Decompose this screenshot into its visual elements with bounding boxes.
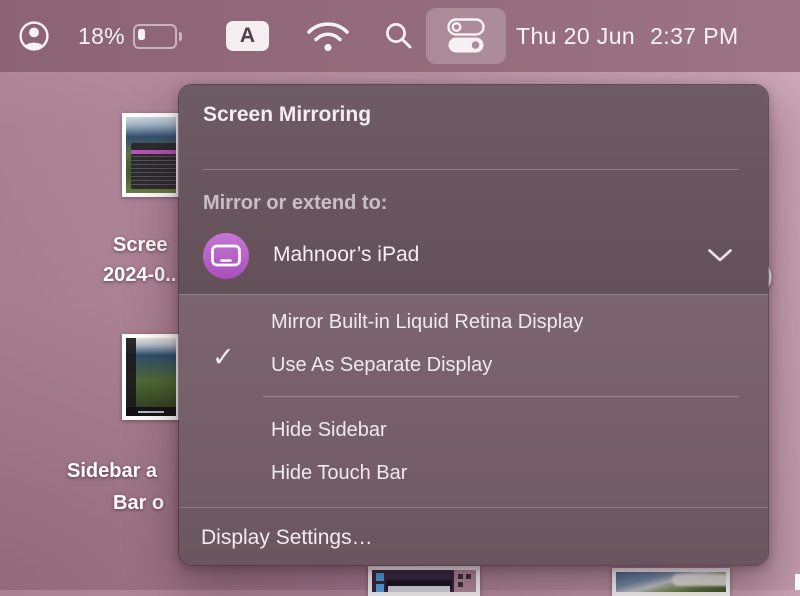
date-label: Thu 20 Jun [516,23,635,50]
desktop-file-thumbnail-screenshot[interactable] [122,113,180,197]
desktop-file-thumbnail-bottom-right[interactable] [612,568,730,596]
wifi-icon [305,18,351,54]
desktop-file-thumbnail-edge [795,574,800,590]
file-label[interactable]: Bar o [113,492,164,515]
menu-item-hide-touch-bar[interactable]: Hide Touch Bar [271,462,407,485]
file-label[interactable]: Scree [113,234,168,257]
time-label: 2:37 PM [650,23,738,50]
device-row-mahnoors-ipad[interactable]: Mahnoor’s iPad [179,229,768,283]
display-settings-label: Display Settings… [201,526,373,550]
user-account-menu-item[interactable] [18,0,50,72]
control-center-menu-item[interactable] [426,8,506,64]
menu-item-hide-sidebar[interactable]: Hide Sidebar [271,419,387,442]
thumbnail-image [616,572,726,592]
divider [203,169,739,170]
panel-title: Screen Mirroring [203,103,371,127]
chevron-down-icon[interactable] [707,248,733,268]
input-source-icon: A [226,21,269,51]
clock-menu-item[interactable]: Thu 20 Jun 2:37 PM [516,0,739,72]
battery-menu-item[interactable]: 18% [78,0,125,72]
desktop-file-thumbnail-bottom-left[interactable] [368,566,480,596]
user-account-icon [18,20,50,52]
thumbnail-image [372,570,476,592]
battery-percent: 18% [78,23,125,50]
thumbnail-image [126,338,176,416]
spotlight-menu-item[interactable] [383,0,415,72]
mirror-or-extend-label: Mirror or extend to: [203,192,387,215]
search-icon [383,20,415,52]
desktop-file-thumbnail-sidebar[interactable] [122,334,180,420]
screen-mirroring-panel: Screen Mirroring Mirror or extend to: Ma… [178,84,769,566]
wifi-menu-item[interactable] [305,0,351,72]
menu-bar: 18% A Thu 20 Jun 2:37 PM [0,0,800,72]
device-name: Mahnoor’s iPad [273,243,419,267]
menu-item-display-settings[interactable]: Display Settings… [179,507,768,566]
input-source-menu-item[interactable]: A [226,0,269,72]
control-center-icon [447,18,485,54]
thumbnail-image [126,117,176,193]
file-label[interactable]: 2024-0.. [103,264,176,287]
menu-item-mirror-built-in[interactable]: Mirror Built-in Liquid Retina Display [271,311,583,334]
divider [263,396,739,397]
checkmark-icon: ✓ [212,344,235,371]
menu-item-use-as-separate-display[interactable]: Use As Separate Display [271,354,492,377]
battery-icon[interactable] [133,0,182,72]
file-label[interactable]: Sidebar a [67,460,157,483]
ipad-display-icon [203,233,249,279]
